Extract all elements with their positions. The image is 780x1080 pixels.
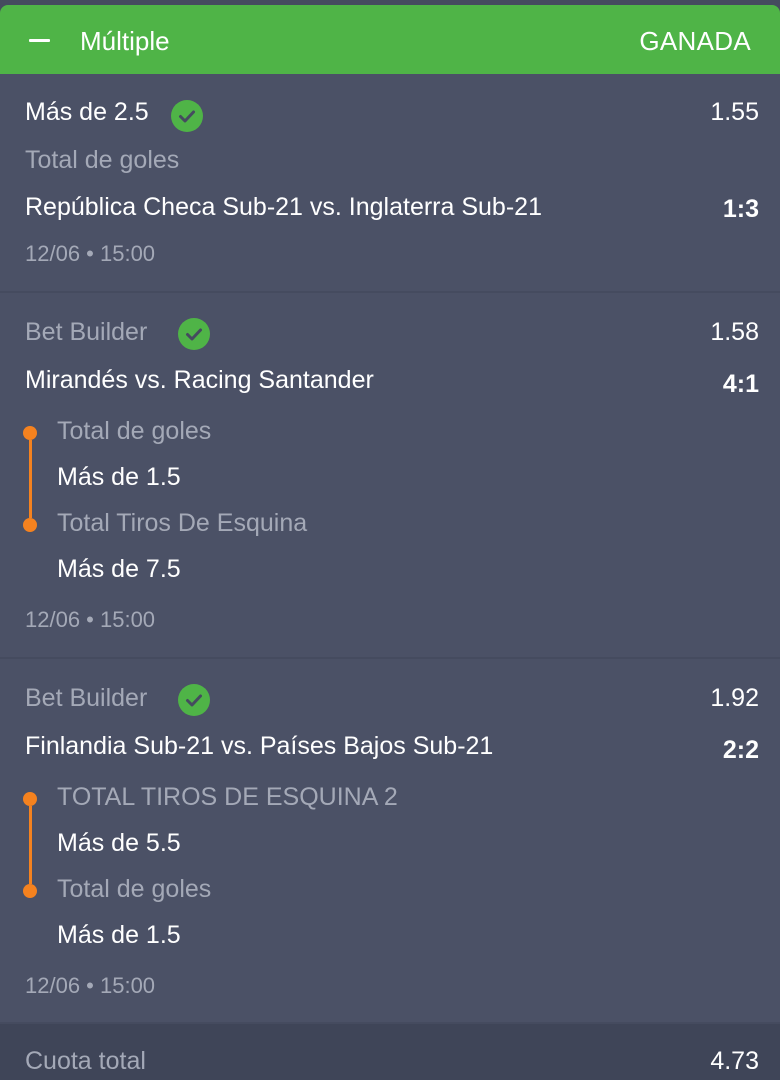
leg-market: Total de goles — [57, 875, 212, 903]
leg-marker-dot — [23, 792, 37, 806]
minus-icon[interactable] — [20, 21, 60, 61]
selection-odds: 1.55 — [710, 98, 759, 126]
bet-slip-page: Múltiple GANADA Más de 2.5 1.55 Total de… — [0, 0, 780, 1080]
total-odds-row: Cuota total 4.73 — [0, 1024, 780, 1080]
leg-connector-line — [28, 806, 32, 884]
check-circle-icon — [171, 100, 203, 132]
selection-market: Más de 2.5 — [25, 98, 149, 126]
bet-type-title: Múltiple — [80, 26, 170, 56]
match-name: República Checa Sub-21 vs. Inglaterra Su… — [25, 193, 542, 221]
check-circle-icon — [178, 318, 210, 350]
leg-marker-dot — [23, 426, 37, 440]
leg-selection: Más de 1.5 — [57, 463, 181, 491]
leg-selection: Más de 5.5 — [57, 829, 181, 857]
total-odds-value: 4.73 — [710, 1047, 759, 1075]
selection-odds: 1.92 — [710, 684, 759, 712]
match-score: 2:2 — [722, 736, 759, 764]
leg-marker-dot — [23, 884, 37, 898]
selection-odds: 1.58 — [710, 318, 759, 346]
leg-marker-dot — [23, 518, 37, 532]
bet-status-badge: GANADA — [639, 26, 751, 56]
match-datetime: 12/06 • 15:00 — [25, 607, 156, 632]
leg-market: Total de goles — [57, 417, 212, 445]
match-name: Finlandia Sub-21 vs. Países Bajos Sub-21 — [25, 732, 494, 760]
match-datetime: 12/06 • 15:00 — [25, 241, 156, 266]
total-odds-label: Cuota total — [25, 1047, 146, 1075]
match-score: 1:3 — [722, 195, 759, 223]
selection-market: Bet Builder — [25, 684, 148, 712]
selection-market-type: Total de goles — [25, 146, 180, 174]
leg-selection: Más de 7.5 — [57, 555, 181, 583]
selection-card: Más de 2.5 1.55 Total de goles República… — [0, 74, 780, 291]
match-score: 4:1 — [722, 370, 759, 398]
selection-card: Bet Builder 1.58 Mirandés vs. Racing San… — [0, 293, 780, 657]
bet-header[interactable]: Múltiple GANADA — [0, 5, 780, 74]
match-datetime: 12/06 • 15:00 — [25, 973, 156, 998]
leg-market: Total Tiros De Esquina — [57, 509, 308, 537]
leg-connector-line — [28, 440, 32, 518]
selection-card: Bet Builder 1.92 Finlandia Sub-21 vs. Pa… — [0, 659, 780, 1022]
leg-market: TOTAL TIROS DE ESQUINA 2 — [57, 783, 398, 811]
leg-selection: Más de 1.5 — [57, 921, 181, 949]
selection-market: Bet Builder — [25, 318, 148, 346]
check-circle-icon — [178, 684, 210, 716]
match-name: Mirandés vs. Racing Santander — [25, 366, 374, 394]
